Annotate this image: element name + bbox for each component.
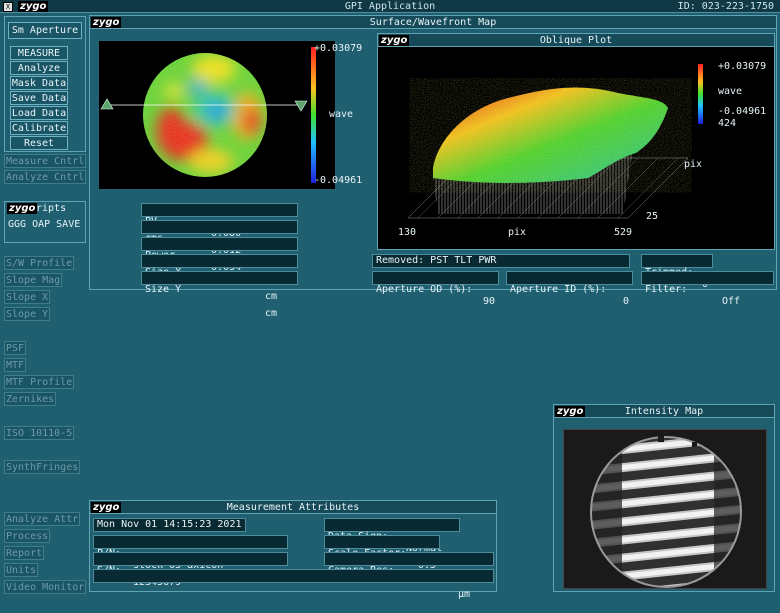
slope-x-menu[interactable]: Slope X (4, 290, 50, 304)
load-data-button[interactable]: Load Data (10, 106, 68, 120)
surface-scale-min: -0.04961 (314, 175, 363, 186)
zygo-logo: zygo (91, 17, 122, 28)
zernikes-menu[interactable]: Zernikes (4, 392, 56, 406)
aperture-select[interactable]: Sm Aperture (8, 22, 82, 39)
size-y-field: Size Y cm (141, 271, 298, 319)
video-monitor-menu[interactable]: Video Monitor (4, 580, 86, 594)
synth-fringes-menu[interactable]: SynthFringes (4, 460, 80, 474)
oblique-title: Oblique Plot (539, 35, 613, 46)
mask-data-button[interactable]: Mask Data (10, 76, 68, 90)
scripts-panel: zygo ripts GGG OAP SAVE (4, 201, 86, 243)
comment-field[interactable] (93, 569, 494, 583)
instrument-id: ID: 023-223-1750 (677, 1, 774, 12)
sw-profile-menu[interactable]: S/W Profile (4, 256, 74, 270)
oblique-color-scale (698, 64, 703, 124)
intensity-titlebar: zygo Intensity Map (554, 405, 774, 418)
measure-button[interactable]: MEASURE (10, 46, 68, 60)
psf-menu[interactable]: PSF (4, 341, 26, 355)
measurement-attributes-window: zygo Measurement Attributes Mon Nov 01 1… (89, 500, 497, 600)
part-number-field[interactable]: P/N: stock 05 axicon (93, 535, 288, 571)
rms-field: rms 0.012 wave (141, 220, 298, 268)
size-x-field: Size X cm (141, 254, 298, 302)
oblique-x-unit: pix (508, 227, 527, 238)
camera-res-field: Camera Res: µm (324, 552, 494, 600)
aperture-id-field: Aperture ID (%): 0 (506, 271, 633, 307)
analyze-attr-menu[interactable]: Analyze Attr (4, 512, 80, 526)
serial-number-field[interactable]: S/N: 12345679 (93, 552, 288, 588)
oblique-x-min: 130 (398, 227, 417, 238)
intensity-title: Intensity Map (624, 406, 704, 417)
oblique-y-unit: pix (684, 159, 703, 170)
app-title: GPI Application (344, 1, 436, 12)
analyze-cntrl-menu[interactable]: Analyze Cntrl (4, 170, 86, 184)
process-menu[interactable]: Process (4, 529, 50, 543)
surface-map-plot[interactable] (99, 41, 335, 189)
surface-scale-unit: wave (329, 109, 354, 120)
surface-map-window: zygo Surface/Wavefront Map +0.03079 wave… (89, 15, 777, 319)
surface-map-titlebar: zygo Surface/Wavefront Map (90, 16, 776, 29)
oblique-y-min: 25 (646, 211, 659, 222)
scripts-label: ripts (36, 203, 67, 214)
title-bar: X zygo GPI Application ID: 023-223-1750 (0, 0, 780, 13)
oblique-surface-plot (407, 87, 689, 219)
fringe-image (590, 436, 742, 588)
calibrate-button[interactable]: Calibrate (10, 121, 68, 135)
units-menu[interactable]: Units (4, 563, 38, 577)
report-menu[interactable]: Report (4, 546, 44, 560)
control-panel: Sm Aperture MEASURE Analyze Mask Data Sa… (4, 16, 86, 152)
slope-y-menu[interactable]: Slope Y (4, 307, 50, 321)
oblique-y-max: 424 (718, 118, 737, 129)
mtf-menu[interactable]: MTF (4, 358, 26, 372)
slope-mag-menu[interactable]: Slope Mag (4, 273, 62, 287)
script-item[interactable]: GGG OAP SAVE (8, 219, 80, 230)
oblique-scale-unit: wave (718, 86, 743, 97)
intensity-map-window: zygo Intensity Map (553, 404, 775, 592)
measurement-titlebar: zygo Measurement Attributes (90, 501, 496, 514)
mtf-profile-menu[interactable]: MTF Profile (4, 375, 74, 389)
trimmed-field: Trimmed: 0 (641, 254, 713, 290)
profile-start-marker-icon (100, 98, 114, 110)
zygo-logo: zygo (7, 203, 38, 214)
filter-field: Filter: Off (641, 271, 774, 307)
intensity-map-plot[interactable] (563, 429, 767, 589)
zygo-logo: zygo (555, 406, 586, 417)
aperture-od-field: Aperture OD (%): 90 (372, 271, 499, 307)
power-field: Power -0.054 wave (141, 237, 298, 285)
data-sign-field: Data Sign: Normal (324, 518, 460, 554)
reset-button[interactable]: Reset (10, 136, 68, 150)
oblique-x-max: 529 (614, 227, 633, 238)
pv-field: PV 0.080 wave (141, 203, 298, 251)
surface-scale-max: +0.03079 (314, 43, 363, 54)
removed-field: Removed: PST TLT PWR (372, 254, 630, 268)
analyze-button[interactable]: Analyze (10, 61, 68, 75)
surface-map-image (100, 47, 316, 183)
profile-end-marker-icon (294, 100, 308, 112)
iso-10110-menu[interactable]: ISO 10110-5 (4, 426, 74, 440)
oblique-scale-min: -0.04961 (718, 106, 767, 117)
oblique-plot-window[interactable]: zygo Oblique Plot +0.03079 wave -0.04961… (377, 33, 775, 250)
surface-color-scale (311, 47, 316, 183)
measurement-title: Measurement Attributes (226, 502, 360, 513)
surface-map-title: Surface/Wavefront Map (369, 17, 497, 28)
date-field: Mon Nov 01 14:15:23 2021 (93, 518, 246, 532)
oblique-titlebar: zygo Oblique Plot (378, 34, 774, 47)
oblique-scale-max: +0.03079 (718, 61, 767, 72)
zygo-logo: zygo (379, 35, 410, 46)
scale-factor-field: Scale Factor: 0.5 (324, 535, 440, 571)
zygo-logo: zygo (91, 502, 122, 513)
measure-cntrl-menu[interactable]: Measure Cntrl (4, 154, 86, 168)
save-data-button[interactable]: Save Data (10, 91, 68, 105)
